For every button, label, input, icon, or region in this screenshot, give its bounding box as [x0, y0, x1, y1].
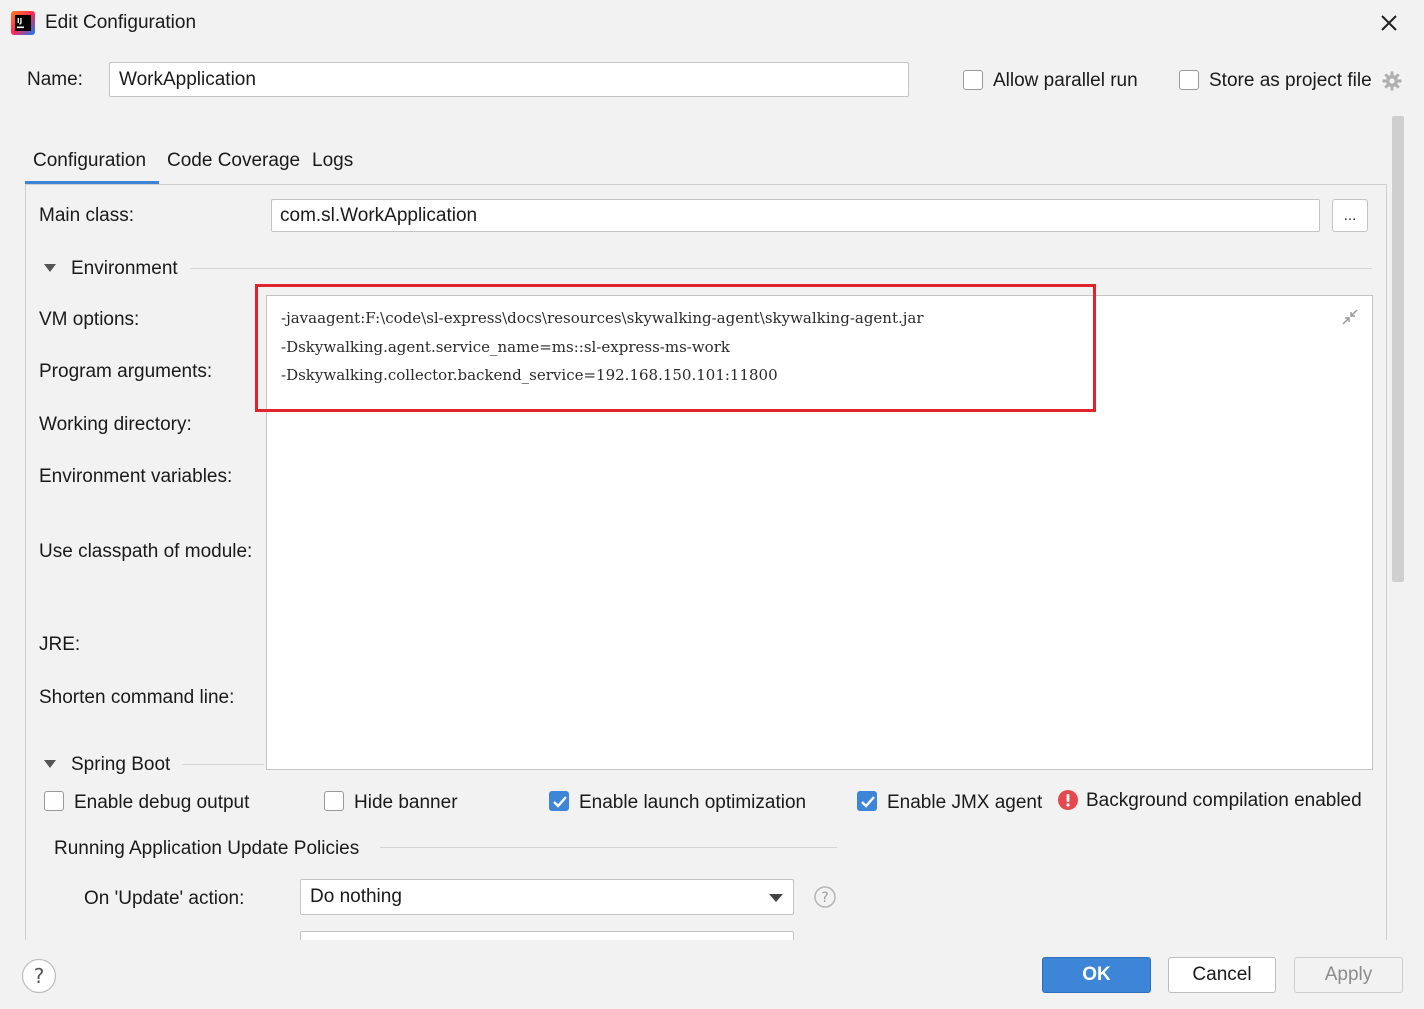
- dropdown-arrow-icon: [769, 894, 783, 902]
- program-arguments-label: Program arguments:: [39, 361, 213, 382]
- environment-section-title[interactable]: Environment: [71, 258, 178, 280]
- spring-boot-section-title[interactable]: Spring Boot: [71, 754, 170, 776]
- highlight-annotation-box: [255, 284, 1096, 412]
- apply-button[interactable]: Apply: [1294, 957, 1403, 993]
- svg-text:?: ?: [821, 890, 828, 906]
- enable-launch-optimization-label: Enable launch optimization: [579, 792, 807, 813]
- name-input[interactable]: WorkApplication: [109, 62, 909, 97]
- hide-banner-checkbox[interactable]: [324, 791, 344, 811]
- error-icon: [1058, 790, 1078, 810]
- working-directory-label: Working directory:: [39, 414, 192, 435]
- enable-launch-optimization-checkbox[interactable]: [549, 791, 569, 811]
- window-title: Edit Configuration: [45, 12, 197, 33]
- environment-variables-label: Environment variables:: [39, 466, 233, 487]
- hide-banner-label: Hide banner: [354, 792, 458, 813]
- gear-icon[interactable]: [1382, 71, 1402, 91]
- close-icon[interactable]: [1380, 14, 1398, 32]
- allow-parallel-run-label: Allow parallel run: [993, 70, 1138, 91]
- tab-configuration[interactable]: Configuration: [33, 150, 146, 172]
- scrollbar-track[interactable]: [1390, 114, 1406, 940]
- name-label: Name:: [27, 69, 83, 90]
- allow-parallel-run-checkbox[interactable]: [963, 70, 983, 90]
- on-update-action-select[interactable]: Do nothing: [300, 879, 794, 915]
- background-compilation-message: Background compilation enabled: [1086, 790, 1362, 811]
- intellij-logo-icon: IJ: [11, 11, 35, 35]
- main-class-input[interactable]: com.sl.WorkApplication: [271, 199, 1320, 232]
- shorten-command-line-label: Shorten command line:: [39, 687, 235, 708]
- tab-code-coverage[interactable]: Code Coverage: [167, 150, 300, 172]
- ok-button[interactable]: OK: [1042, 957, 1151, 993]
- update-policies-separator: [380, 847, 837, 848]
- enable-jmx-agent-checkbox[interactable]: [857, 791, 877, 811]
- help-button-icon[interactable]: ?: [21, 958, 57, 994]
- store-as-project-file-label: Store as project file: [1209, 70, 1372, 91]
- store-as-project-file-checkbox[interactable]: [1179, 70, 1199, 90]
- tab-logs[interactable]: Logs: [312, 150, 353, 172]
- main-class-label: Main class:: [39, 205, 135, 226]
- browse-main-class-button[interactable]: ...: [1332, 199, 1368, 232]
- on-update-action-value: Do nothing: [310, 886, 402, 907]
- environment-separator: [190, 268, 1372, 269]
- jre-label: JRE:: [39, 634, 81, 655]
- help-icon[interactable]: ?: [814, 886, 836, 908]
- vm-options-label: VM options:: [39, 309, 140, 330]
- enable-jmx-agent-label: Enable JMX agent: [887, 792, 1043, 813]
- enable-debug-output-checkbox[interactable]: [44, 791, 64, 811]
- scrollbar-thumb[interactable]: [1392, 116, 1404, 582]
- chevron-down-icon[interactable]: [43, 759, 57, 769]
- collapse-editor-icon[interactable]: [1341, 308, 1359, 326]
- cancel-button[interactable]: Cancel: [1168, 957, 1276, 993]
- svg-text:?: ?: [34, 964, 45, 988]
- enable-debug-output-label: Enable debug output: [74, 792, 250, 813]
- spring-boot-separator: [182, 764, 264, 765]
- chevron-down-icon[interactable]: [43, 263, 57, 273]
- classpath-module-label: Use classpath of module:: [39, 541, 253, 562]
- update-policies-title: Running Application Update Policies: [54, 838, 360, 859]
- svg-text:IJ: IJ: [17, 17, 22, 25]
- on-update-action-label: On 'Update' action:: [84, 888, 245, 909]
- title-bar: IJ Edit Configuration: [0, 0, 1424, 46]
